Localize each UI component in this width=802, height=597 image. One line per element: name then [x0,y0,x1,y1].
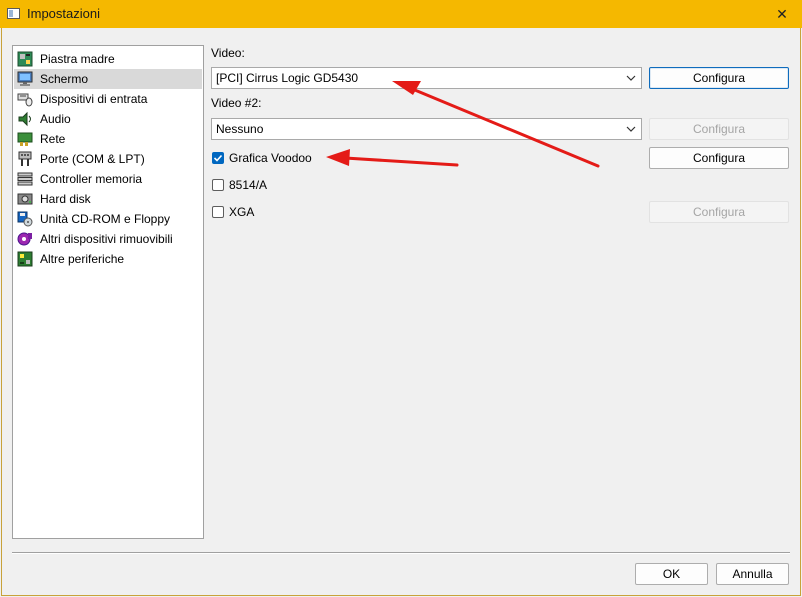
sidebar-item-label: Altre periferiche [40,252,125,266]
sidebar-item-label: Controller memoria [40,172,143,186]
video-select[interactable]: [PCI] Cirrus Logic GD5430 [211,67,642,89]
close-icon: ✕ [776,5,788,22]
close-button[interactable]: ✕ [762,0,802,28]
sidebar-item-audio[interactable]: Audio [14,109,202,129]
removable-devices-icon [17,231,33,247]
voodoo-label: Grafica Voodoo [229,151,312,165]
cancel-button[interactable]: Annulla [716,563,789,585]
chevron-down-icon [626,75,636,81]
sidebar-item-hard-disk[interactable]: Hard disk [14,189,202,209]
video-label: Video: [211,46,245,60]
sidebar-item-label: Audio [40,112,71,126]
cdrom-floppy-icon [17,211,33,227]
sidebar-item-rete[interactable]: Rete [14,129,202,149]
video-configure-button[interactable]: Configura [649,67,789,89]
sidebar-item-schermo[interactable]: Schermo [14,69,202,89]
speaker-icon [17,111,33,127]
video2-label: Video #2: [211,96,262,110]
sidebar-item-label: Dispositivi di entrata [40,92,148,106]
window-title: Impostazioni [27,6,100,21]
chevron-down-icon [626,126,636,132]
xga-checkbox[interactable] [212,206,224,218]
ibm8514-label: 8514/A [229,178,268,192]
sidebar-item-label: Porte (COM & LPT) [40,152,145,166]
input-devices-icon [17,91,33,107]
sidebar-item-piastra-madre[interactable]: Piastra madre [14,49,202,69]
window-icon [7,8,20,19]
hard-disk-icon [17,191,33,207]
motherboard-icon [17,51,33,67]
title-bar: Impostazioni ✕ [0,0,802,28]
ok-button[interactable]: OK [635,563,708,585]
video-select-value: [PCI] Cirrus Logic GD5430 [216,71,359,85]
sidebar-item-label: Schermo [40,72,89,86]
storage-controller-icon [17,171,33,187]
video2-select-value: Nessuno [216,122,264,136]
other-peripherals-icon [17,251,33,267]
category-list: Piastra madre Schermo Dispositivi di ent… [12,45,204,539]
sidebar-item-label: Piastra madre [40,52,115,66]
ibm8514-checkbox[interactable] [212,179,224,191]
footer-separator [12,552,790,554]
video2-configure-button[interactable]: Configura [649,118,789,140]
sidebar-item-altri-dispositivi-rimuovibili[interactable]: Altri dispositivi rimuovibili [14,229,202,249]
xga-configure-button[interactable]: Configura [649,201,789,223]
voodoo-checkbox[interactable] [212,152,224,164]
checkmark-icon [213,154,223,162]
sidebar-item-controller-memoria[interactable]: Controller memoria [14,169,202,189]
sidebar-item-dispositivi-di-entrata[interactable]: Dispositivi di entrata [14,89,202,109]
sidebar-item-label: Hard disk [40,192,91,206]
sidebar-item-porte[interactable]: Porte (COM & LPT) [14,149,202,169]
sidebar-item-label: Altri dispositivi rimuovibili [40,232,173,246]
voodoo-configure-button[interactable]: Configura [649,147,789,169]
video2-select[interactable]: Nessuno [211,118,642,140]
sidebar-item-altre-periferiche[interactable]: Altre periferiche [14,249,202,269]
sidebar-item-label: Unità CD-ROM e Floppy [40,212,171,226]
sidebar-item-label: Rete [40,132,66,146]
network-icon [17,131,33,147]
display-icon [17,71,33,87]
ports-icon [17,151,33,167]
xga-label: XGA [229,205,255,219]
sidebar-item-cdrom-floppy[interactable]: Unità CD-ROM e Floppy [14,209,202,229]
